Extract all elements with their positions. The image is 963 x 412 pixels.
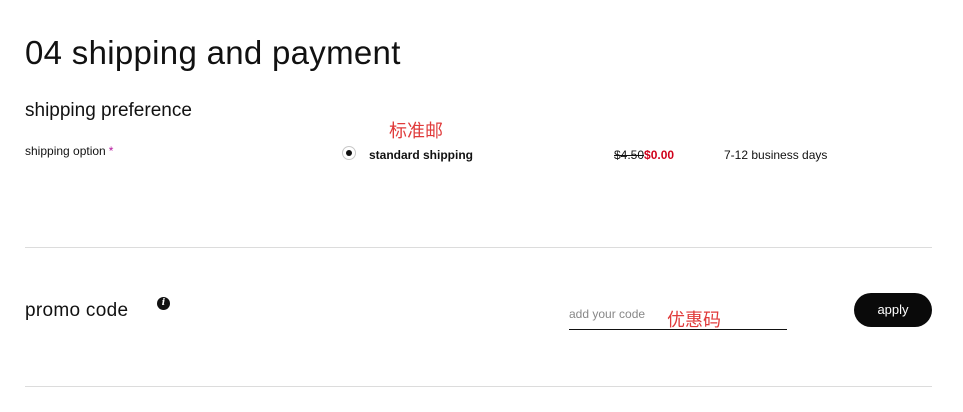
- original-price: $4.50: [614, 148, 645, 162]
- shipping-preference-title: shipping preference: [25, 100, 192, 121]
- section-divider: [25, 247, 932, 248]
- standard-shipping-annotation: 标准邮: [389, 121, 443, 142]
- shipping-option-label-text: shipping option: [25, 144, 106, 158]
- radio-selected-dot: [346, 150, 352, 156]
- shipping-method-name[interactable]: standard shipping: [369, 147, 473, 163]
- discounted-price: $0.00: [644, 148, 675, 162]
- promo-code-annotation: 优惠码: [667, 310, 721, 331]
- apply-button[interactable]: apply: [854, 293, 932, 327]
- section-divider-bottom: [25, 386, 932, 387]
- delivery-time: 7-12 business days: [724, 148, 828, 162]
- required-marker: *: [108, 144, 114, 158]
- shipping-option-label: shipping option *: [25, 143, 113, 159]
- info-icon[interactable]: i: [157, 297, 170, 310]
- standard-shipping-radio[interactable]: [342, 146, 356, 160]
- promo-code-title: promo code: [25, 300, 129, 321]
- shipping-price: $4.50$0.00: [614, 147, 674, 163]
- page-title: 04 shipping and payment: [25, 34, 401, 71]
